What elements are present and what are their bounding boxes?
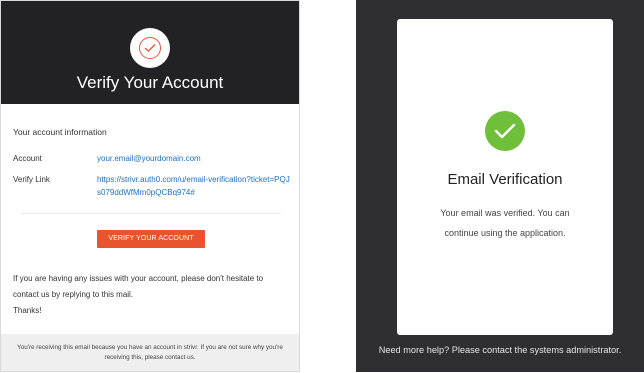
email-title: Verify Your Account xyxy=(76,73,224,92)
screenshot-composite: Verify Your Account Your account informa… xyxy=(0,0,644,373)
verification-card: Email Verification Your email was verifi… xyxy=(397,19,613,335)
verification-message: Your email was verified. You can continu… xyxy=(440,208,570,238)
verify-link-label: Verify Link xyxy=(13,175,50,184)
checkmark-icon xyxy=(485,111,525,151)
verify-account-button[interactable]: VERIFY YOUR ACCOUNT xyxy=(97,230,205,248)
account-label: Account xyxy=(13,154,42,163)
body-line-2: contact us by replying to this mail. xyxy=(13,290,134,299)
help-text: Need more help? Please contact the syste… xyxy=(378,345,622,355)
body-line-3: Thanks! xyxy=(13,306,42,315)
check-circle-logo-icon xyxy=(130,28,170,68)
verification-title: Email Verification xyxy=(447,171,563,188)
section-heading: Your account information xyxy=(13,127,107,137)
account-email-link[interactable]: your.email@yourdomain.com xyxy=(97,152,201,165)
check-mark-icon xyxy=(144,44,156,52)
email-footer: You're receiving this email because you … xyxy=(1,334,299,371)
email-header: Verify Your Account xyxy=(1,1,299,104)
divider xyxy=(21,213,281,214)
body-line-1: If you are having any issues with your a… xyxy=(13,274,264,283)
verification-email: Verify Your Account Your account informa… xyxy=(0,0,300,372)
footer-line-2: receiving this, please contact us. xyxy=(104,354,196,361)
email-body: If you are having any issues with your a… xyxy=(13,271,293,319)
verification-page: Email Verification Your email was verifi… xyxy=(356,0,644,372)
footer-line-1: You're receiving this email because you … xyxy=(17,344,283,351)
verify-link-url[interactable]: https://strivr.auth0.com/u/email-verific… xyxy=(97,173,293,199)
